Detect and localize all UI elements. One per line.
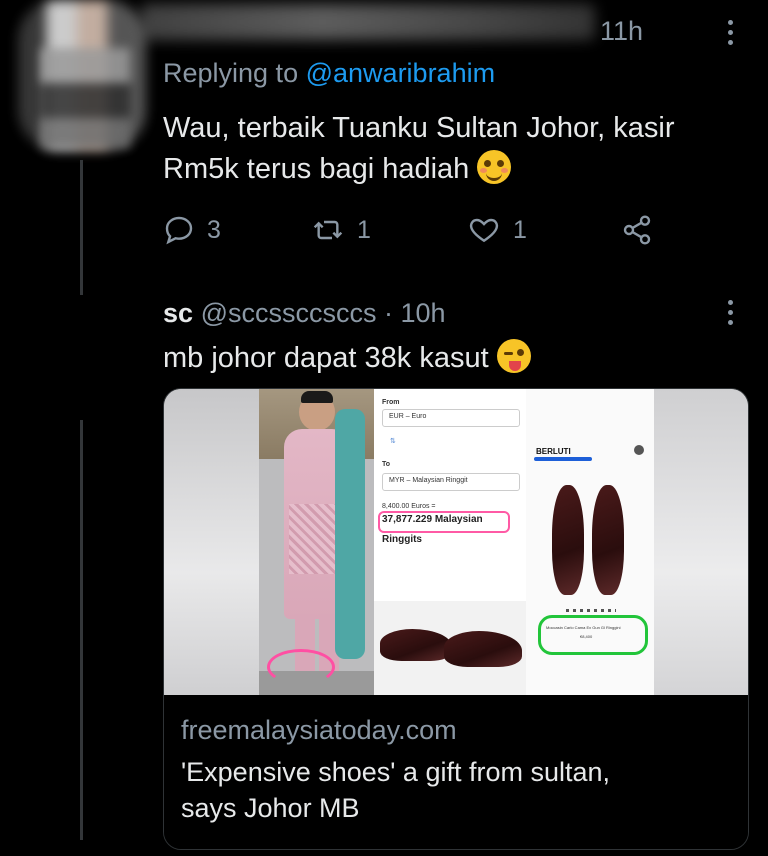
- product-brand: BERLUTI: [536, 447, 571, 456]
- tweet-2-text: mb johor dapat 38k kasut: [163, 338, 531, 379]
- more-options-icon-2[interactable]: [728, 300, 734, 325]
- converter-from-label: From: [382, 399, 400, 406]
- tweet-2-timestamp[interactable]: 10h: [401, 298, 446, 328]
- tweet-actions: 3 1 1: [163, 214, 663, 250]
- more-options-icon[interactable]: [728, 20, 734, 45]
- replying-to: Replying to @anwaribrahim: [163, 58, 495, 89]
- carousel-dots: [566, 609, 616, 612]
- converter-to-currency: MYR – Malaysian Ringgit: [389, 477, 468, 484]
- retweet-button[interactable]: 1: [311, 214, 371, 246]
- swap-icon: ⇅: [390, 438, 396, 445]
- product-name: Moccasin Carlo Cama Ex Gun Gl Ringgini: [546, 625, 621, 630]
- price-highlight: [538, 615, 648, 655]
- winking-face-with-tongue-emoji-icon: [496, 339, 531, 373]
- converter-from-select: EUR – Euro: [382, 409, 520, 427]
- tweet-text: Wau, terbaik Tuanku Sultan Johor, kasir …: [163, 108, 675, 190]
- like-button[interactable]: 1: [467, 214, 527, 246]
- author-name-blurred[interactable]: [140, 4, 595, 40]
- tweet-text-line-2: Rm5k terus bagi hadiah: [163, 149, 675, 190]
- reply-count: 3: [207, 215, 221, 244]
- link-card-footer[interactable]: freemalaysiatoday.com 'Expensive shoes' …: [164, 695, 748, 849]
- thread-line-lower: [80, 420, 83, 840]
- reply-button[interactable]: 3: [163, 214, 221, 246]
- author-name[interactable]: sc: [163, 298, 193, 328]
- header-separator: ·: [384, 298, 393, 328]
- tweet-timestamp[interactable]: 11h: [600, 16, 643, 47]
- avatar-blurred-detail: [40, 48, 130, 148]
- heart-icon: [469, 218, 499, 243]
- converter-from-amount: 8,400.00 Euros =: [382, 503, 436, 510]
- reply-icon: [165, 216, 193, 245]
- brand-underline: [534, 457, 592, 461]
- tweet-2-header: sc @sccssccsccs · 10h: [163, 298, 446, 329]
- converter-to-label: To: [382, 461, 391, 468]
- image-right-background: [654, 389, 748, 695]
- converter-result-unit: Ringgits: [382, 534, 422, 545]
- currency-converter-panel: From EUR – Euro ⇅ To MYR – Malaysian Rin…: [374, 389, 526, 695]
- link-card-image[interactable]: From EUR – Euro ⇅ To MYR – Malaysian Rin…: [164, 389, 748, 695]
- thread-line-upper: [80, 160, 83, 295]
- link-card-title: 'Expensive shoes' a gift from sultan, sa…: [181, 754, 741, 826]
- retweet-icon: [313, 220, 343, 240]
- link-card-title-line-1: 'Expensive shoes' a gift from sultan,: [181, 757, 611, 787]
- link-card-domain: freemalaysiatoday.com: [181, 715, 457, 745]
- converter-from-currency: EUR – Euro: [389, 413, 427, 420]
- shoes-photo: [374, 601, 526, 695]
- like-count: 1: [513, 215, 527, 244]
- share-icon: [623, 215, 651, 245]
- share-button[interactable]: [621, 214, 653, 246]
- replying-to-label: Replying to: [163, 58, 299, 88]
- link-card-title-line-2: says Johor MB: [181, 793, 360, 823]
- tweet-2-text-content: mb johor dapat 38k kasut: [163, 342, 489, 374]
- product-price: €8,400: [580, 634, 593, 639]
- author-handle[interactable]: @sccssccsccs: [201, 298, 377, 328]
- smiling-face-with-hearts-emoji-icon: [477, 150, 512, 184]
- converter-to-select: MYR – Malaysian Ringgit: [382, 473, 520, 491]
- converter-result: 37,877.229 Malaysian: [382, 514, 483, 525]
- retweet-count: 1: [357, 215, 371, 244]
- berluti-product-panel: BERLUTI Moccasin Carlo Cama Ex Gun Gl Ri…: [526, 389, 654, 695]
- product-badge-icon: [634, 445, 644, 455]
- image-left-background: [164, 389, 259, 695]
- link-card[interactable]: From EUR – Euro ⇅ To MYR – Malaysian Rin…: [163, 388, 749, 850]
- photo-minister: [259, 389, 374, 695]
- tweet-text-line-2-text: Rm5k terus bagi hadiah: [163, 153, 470, 185]
- tweet-text-line-1: Wau, terbaik Tuanku Sultan Johor, kasir: [163, 112, 675, 144]
- replying-to-handle-link[interactable]: @anwaribrahim: [306, 58, 495, 88]
